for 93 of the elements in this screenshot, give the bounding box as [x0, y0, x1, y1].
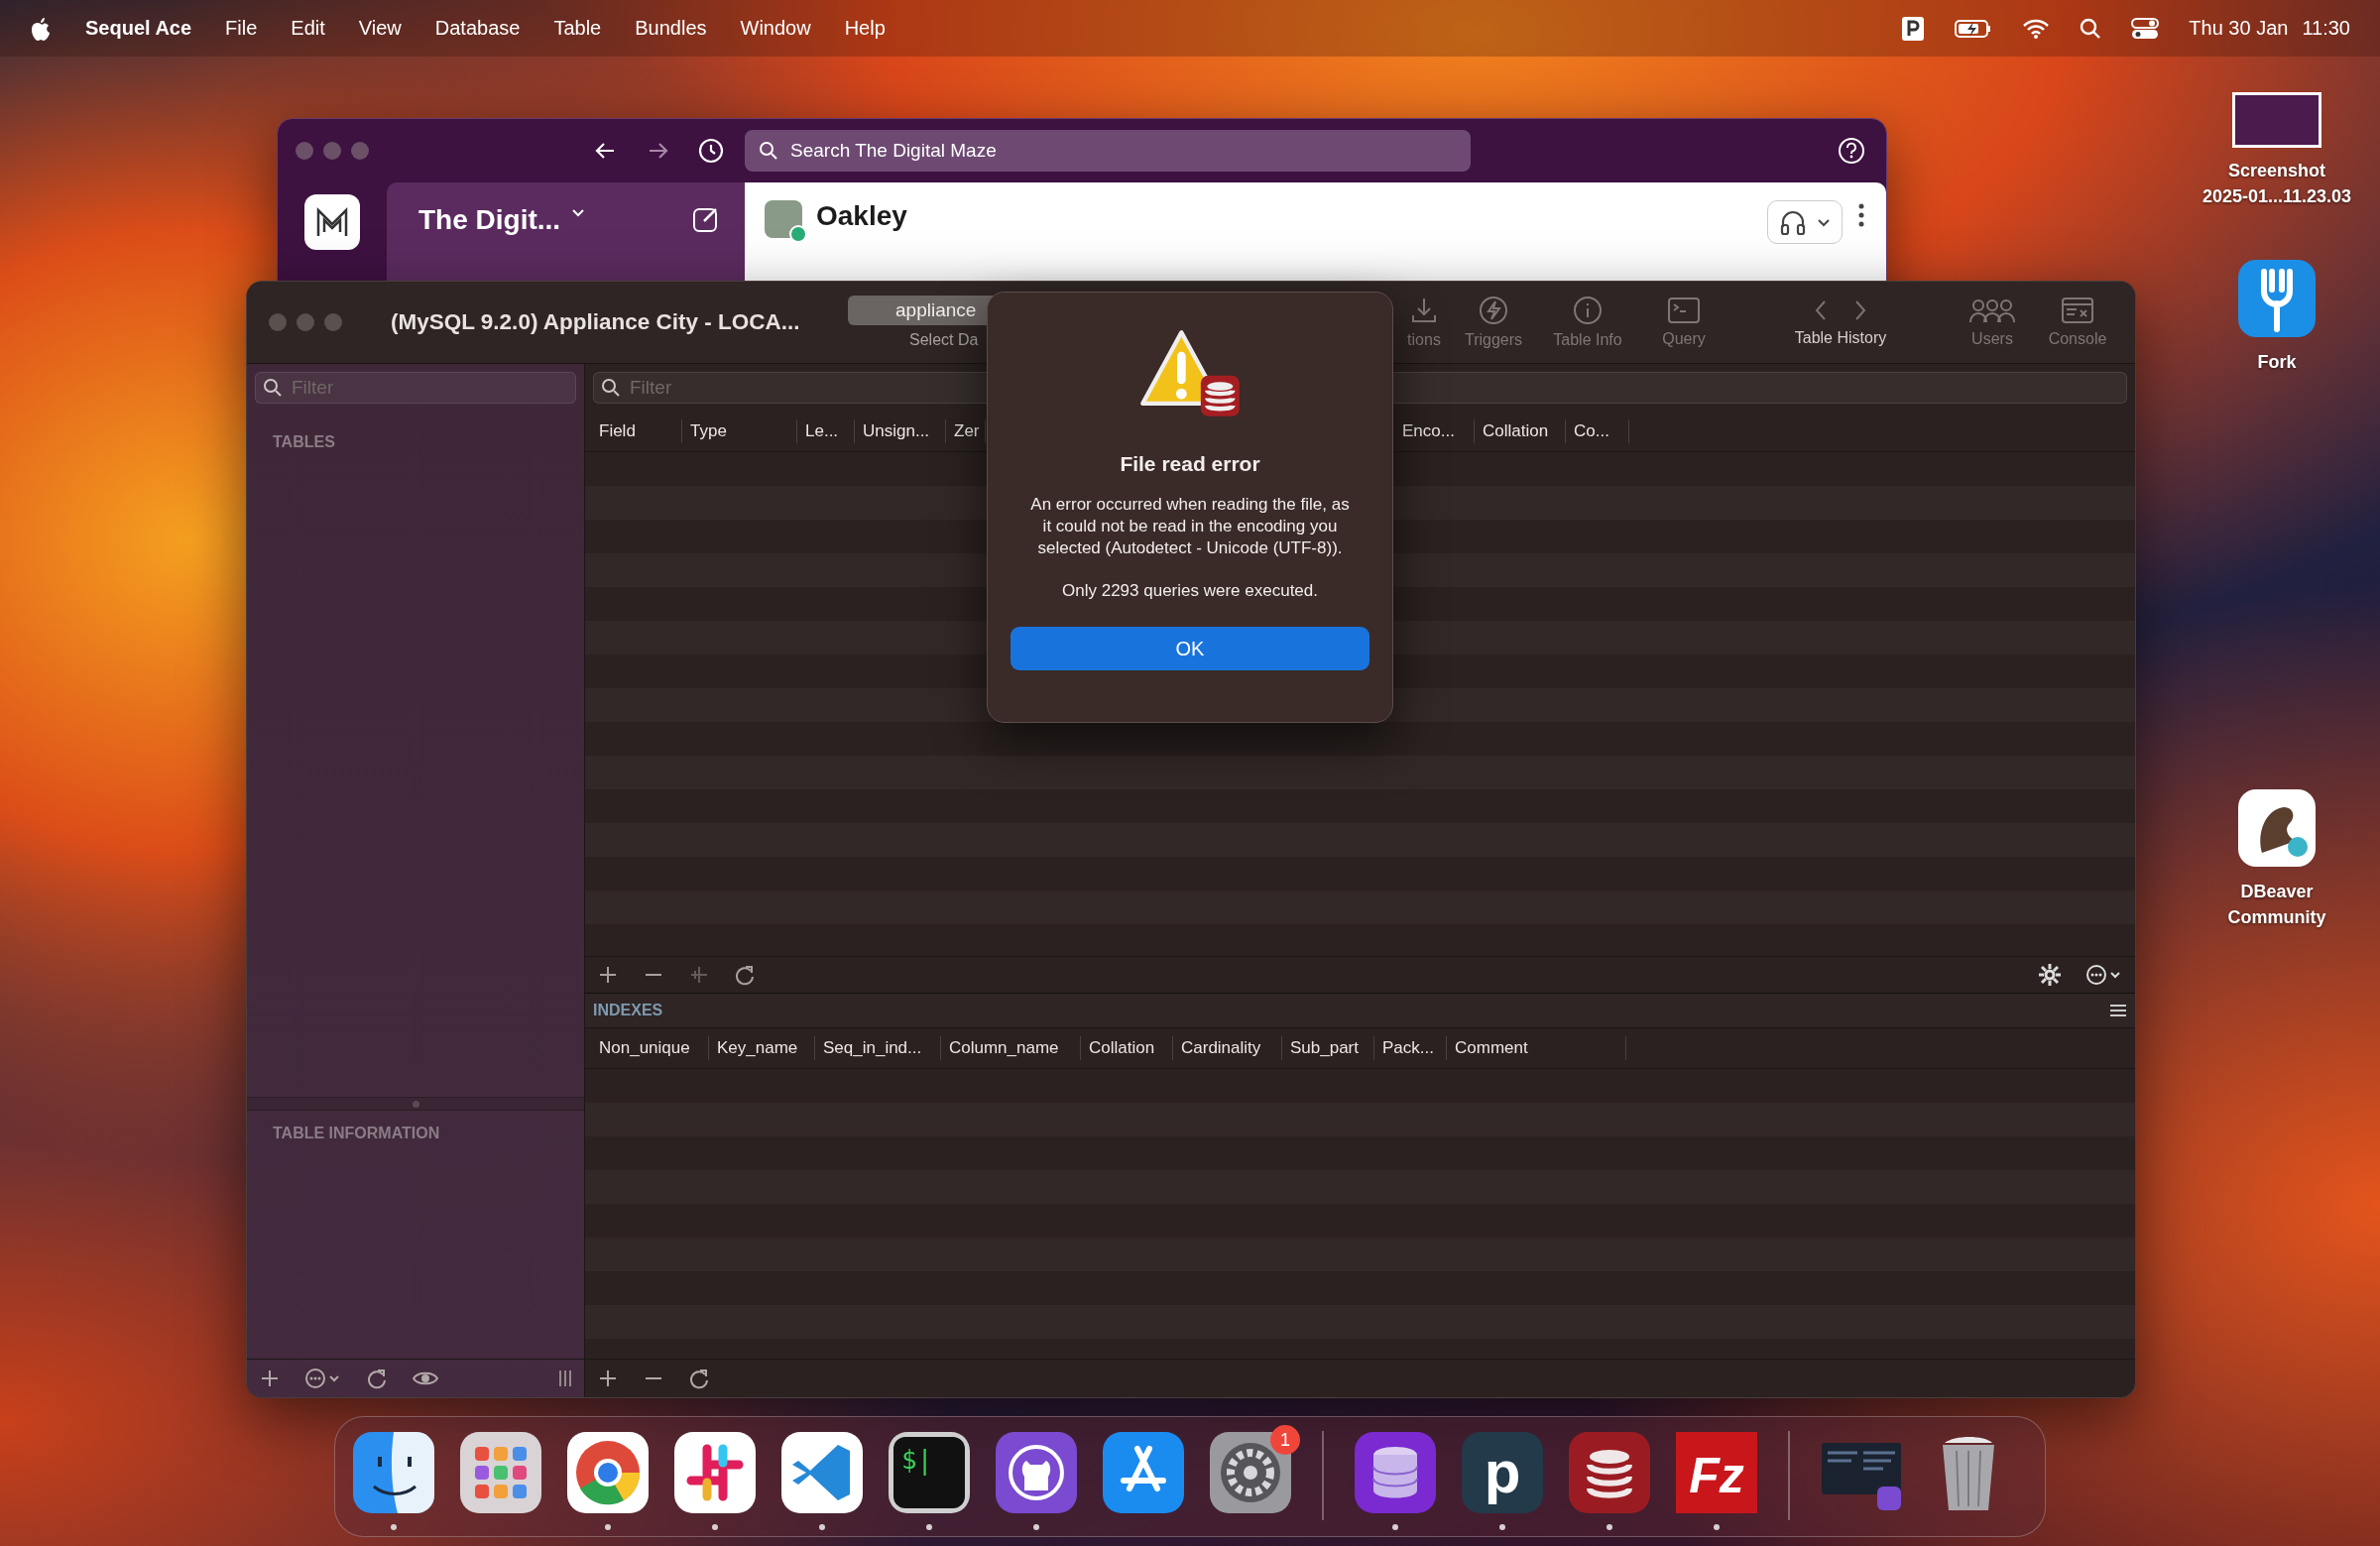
menu-item[interactable]: Database [434, 17, 521, 40]
conversation-title[interactable]: Oakley [816, 200, 907, 232]
section-heading: TABLE INFORMATION [272, 1124, 441, 1142]
refresh-icon[interactable] [366, 1368, 388, 1389]
refresh-icon[interactable] [688, 1368, 710, 1389]
menu-item[interactable]: File [225, 17, 258, 40]
column-header[interactable]: Sub_part [1282, 1036, 1374, 1060]
column-header[interactable]: Le... [797, 419, 855, 443]
cat-icon[interactable] [995, 1431, 1078, 1514]
menu-bar-date[interactable]: Thu 30 Jan [2189, 17, 2289, 40]
users-icon [1968, 297, 2016, 324]
column-header[interactable]: Key_name [709, 1036, 815, 1060]
menu-item[interactable]: Edit [291, 17, 325, 40]
more-menu-icon[interactable] [2085, 964, 2123, 986]
more-menu-icon[interactable] [304, 1368, 342, 1389]
gear-icon[interactable] [1209, 1431, 1292, 1514]
menu-bar-clock[interactable]: 11:30 [2302, 17, 2350, 40]
column-resize-icon[interactable] [558, 1368, 572, 1388]
workspace-logo[interactable] [304, 194, 360, 250]
menu-item[interactable]: Bundles [635, 17, 707, 40]
column-header[interactable]: Field [591, 419, 682, 443]
pinwheel-icon[interactable] [673, 1431, 757, 1514]
column-header[interactable]: Collation [1081, 1036, 1173, 1060]
menu-item[interactable]: Table [553, 17, 602, 40]
column-header[interactable]: Cardinality [1173, 1036, 1282, 1060]
letter-p-icon[interactable]: p [1461, 1431, 1544, 1514]
menu-item[interactable]: Sequel Ace [85, 17, 192, 40]
color-wheel-icon[interactable] [566, 1431, 650, 1514]
toolbar-button[interactable]: Table History [1776, 282, 1905, 363]
apple-logo-icon[interactable] [30, 15, 52, 42]
column-header[interactable]: Pack... [1374, 1036, 1447, 1060]
database-icon[interactable] [1354, 1431, 1437, 1514]
desktop-icon-label[interactable]: Screenshot 2025-01...11.23.03 [2202, 158, 2352, 209]
history-clock-icon[interactable] [697, 137, 725, 165]
control-center-icon[interactable] [2131, 17, 2160, 40]
column-header[interactable]: Zer [946, 419, 986, 443]
column-header[interactable]: Non_unique [591, 1036, 709, 1060]
toolbar-label: Select Da [908, 331, 980, 349]
lightning-icon [1479, 296, 1508, 325]
dialog-title: File read error [1120, 452, 1260, 476]
column-header[interactable]: Type [682, 419, 797, 443]
gear-icon[interactable] [2038, 963, 2062, 987]
arrow-into-tray-icon [1409, 296, 1439, 325]
fz-logo-icon[interactable]: Fz [1675, 1431, 1758, 1514]
database-icon[interactable] [1568, 1431, 1651, 1514]
workspace-name[interactable]: The Digit... [418, 204, 561, 236]
beaver-icon[interactable] [2236, 787, 2318, 869]
column-header[interactable]: Seq_in_ind... [815, 1036, 941, 1060]
section-heading: TABLES [272, 432, 336, 451]
search-field[interactable]: Search The Digital Maze [745, 130, 1471, 172]
code-editor-icon[interactable] [780, 1431, 864, 1514]
dialog-detail: Only 2293 queries were executed. [1062, 581, 1318, 601]
desktop-icon-label[interactable]: Fork [2257, 349, 2297, 375]
refresh-icon[interactable] [734, 964, 756, 986]
section-heading: INDEXES [593, 1002, 663, 1019]
column-header[interactable]: Comment [1447, 1036, 1626, 1060]
column-header[interactable]: Co... [1566, 419, 1629, 443]
wifi-icon[interactable] [2022, 17, 2051, 40]
search-icon [601, 378, 621, 398]
dialog-message: An error occurred when reading the file, as it could not be read in the encoding you selected (Autodetect - Unicode (UTF-8)). [1029, 494, 1351, 559]
column-header[interactable]: Unsign... [855, 419, 946, 443]
console-icon [2061, 297, 2094, 324]
info-icon [1573, 296, 1603, 325]
screenshot-thumbnail[interactable] [2232, 92, 2321, 148]
plus-icon[interactable] [597, 964, 619, 986]
help-icon[interactable] [1837, 136, 1866, 166]
parking-sign-icon[interactable] [1901, 15, 1926, 42]
ok-button[interactable]: OK [1011, 627, 1369, 670]
list-menu-icon[interactable] [2109, 1004, 2127, 1017]
notification-badge: 1 [1270, 1425, 1300, 1455]
column-header[interactable]: Collation [1475, 419, 1566, 443]
menu-item[interactable]: View [358, 17, 402, 40]
menu-item[interactable]: Help [844, 17, 886, 40]
search-icon [759, 141, 778, 161]
fork-icon[interactable] [2236, 258, 2318, 339]
menu-item[interactable]: Window [740, 17, 811, 40]
window-title: (MySQL 9.2.0) Appliance City - LOCA... [391, 309, 800, 335]
split-handle[interactable] [247, 1097, 584, 1111]
column-header[interactable]: Column_name [941, 1036, 1081, 1060]
plus-icon[interactable] [597, 1368, 619, 1389]
search-icon [263, 378, 283, 398]
column-header[interactable]: Enco... [1394, 419, 1475, 443]
terminal-icon[interactable]: $| [888, 1431, 971, 1514]
app-grid-icon[interactable] [459, 1431, 542, 1514]
huddle-button[interactable] [1767, 200, 1843, 244]
battery-charging-icon[interactable] [1955, 18, 1993, 39]
plus-icon[interactable] [259, 1368, 281, 1389]
warning-database-icon [1138, 328, 1242, 418]
terminal-window-icon [1667, 297, 1701, 324]
desktop-icon-label[interactable]: DBeaver Community [2227, 879, 2326, 930]
search-icon[interactable] [2080, 17, 2102, 40]
stick-letter-icon[interactable] [1102, 1431, 1185, 1514]
smiling-face-icon[interactable] [352, 1431, 435, 1514]
